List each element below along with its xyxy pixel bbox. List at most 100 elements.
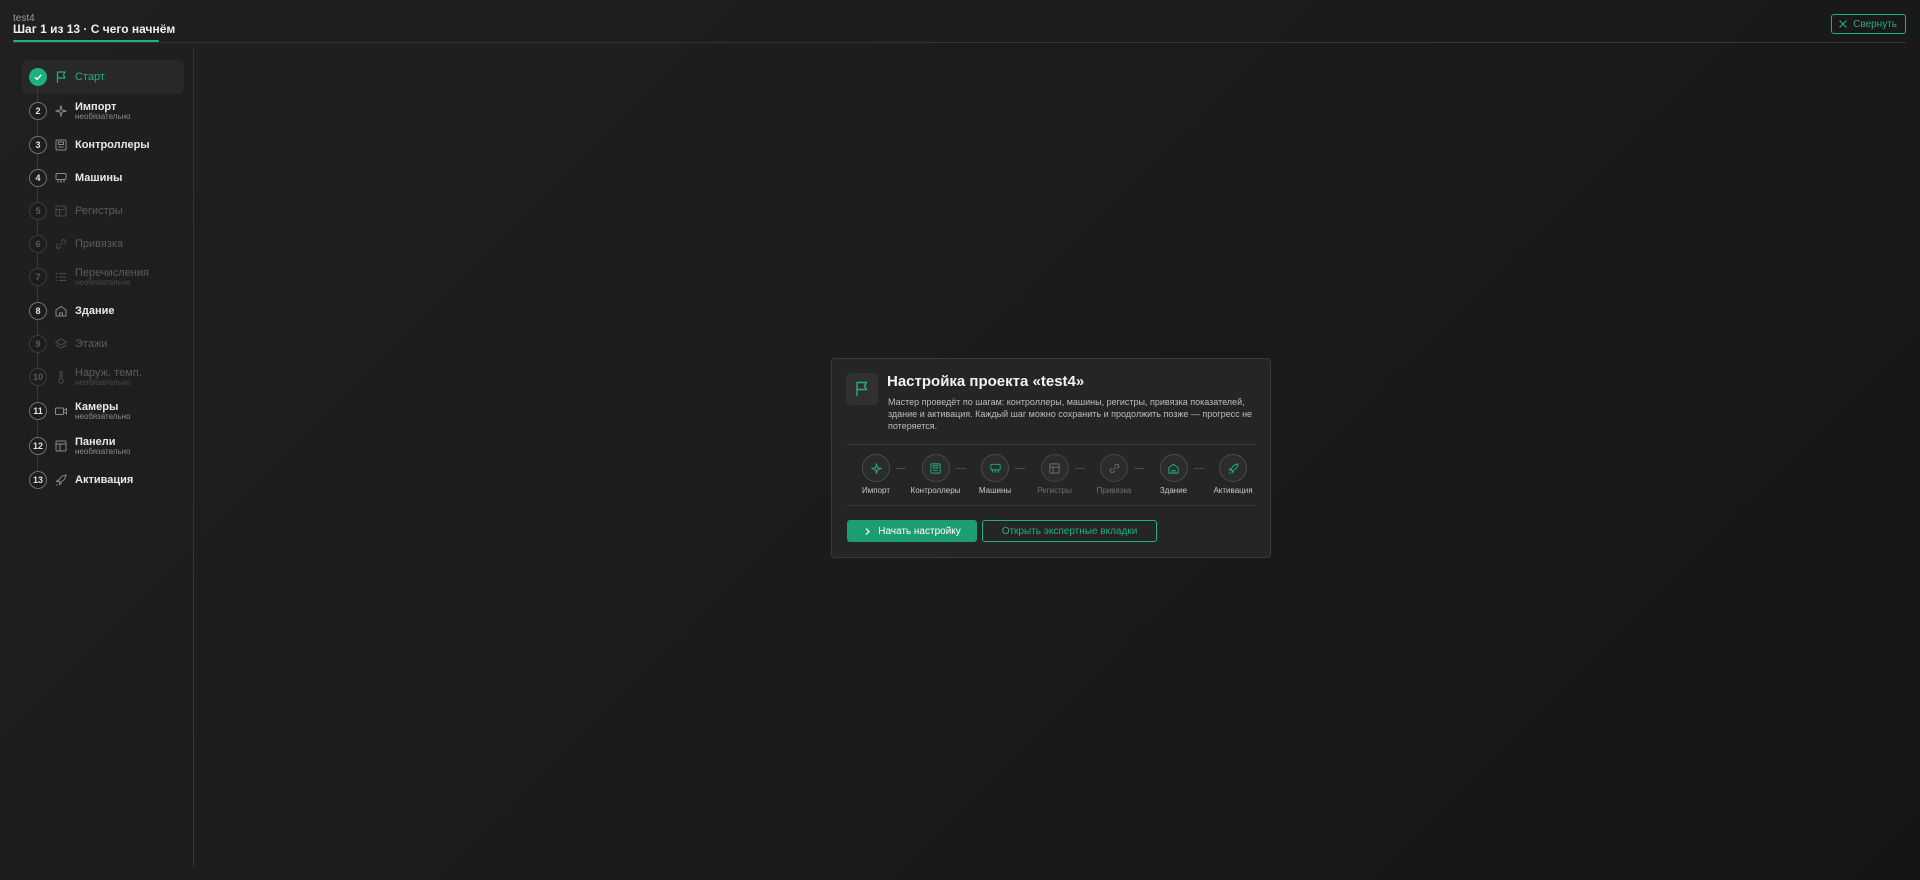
thermometer-icon xyxy=(54,370,68,384)
step-label: Активация xyxy=(75,474,134,486)
checkmark-icon xyxy=(29,68,47,86)
step-label: Контроллеры xyxy=(75,139,150,151)
step-optional-note: необязательно xyxy=(75,112,131,121)
step-number: 7 xyxy=(29,268,47,286)
step-number: 3 xyxy=(29,136,47,154)
overview-step-label: Здание xyxy=(1159,486,1188,495)
step-optional-note: необязательно xyxy=(75,378,131,387)
step-optional-note: необязательно xyxy=(75,412,131,421)
step-text: Импорт необязательно xyxy=(75,101,130,121)
step-number: 6 xyxy=(29,235,47,253)
sidebar-step-7[interactable]: 7 Перечисления необязательно xyxy=(22,262,184,292)
overview-step-2: Контроллеры xyxy=(906,454,966,495)
setup-card: Настройка проекта «test4» Мастер проведё… xyxy=(831,358,1271,558)
overview-step-label: Машины xyxy=(978,486,1012,495)
overview-connector xyxy=(955,468,966,469)
overview-step-label: Контроллеры xyxy=(910,486,961,495)
building-icon xyxy=(1159,454,1188,482)
step-label: Здание xyxy=(75,305,115,317)
step-text: Перечисления необязательно xyxy=(75,267,149,287)
sidebar-step-1[interactable]: Старт xyxy=(22,60,184,94)
step-text: Привязка xyxy=(75,238,123,250)
sidebar-step-9[interactable]: 9 Этажи xyxy=(22,329,184,359)
sidebar-step-11[interactable]: 11 Камеры необязательно xyxy=(22,396,184,426)
collapse-label: Свернуть xyxy=(1853,18,1897,30)
sidebar-divider xyxy=(193,48,194,866)
step-text: Старт xyxy=(75,71,105,83)
step-text: Машины xyxy=(75,172,122,184)
step-optional-note: необязательно xyxy=(75,278,131,287)
step-label: Регистры xyxy=(75,205,123,217)
step-text: Камеры необязательно xyxy=(75,401,130,421)
table-icon xyxy=(1040,454,1069,482)
overview-connector xyxy=(1074,468,1085,469)
sidebar-step-2[interactable]: 2 Импорт необязательно xyxy=(22,96,184,126)
sparkle-icon xyxy=(862,454,890,482)
link-icon xyxy=(1100,454,1128,482)
layers-icon xyxy=(54,337,68,351)
overview-step-6: Здание xyxy=(1144,454,1204,495)
flag-icon xyxy=(54,70,68,84)
chevron-right-icon xyxy=(865,527,871,535)
step-label: Этажи xyxy=(75,338,108,350)
table-icon xyxy=(54,204,68,218)
flag-icon xyxy=(846,373,878,405)
overview-step-7: Активация xyxy=(1203,454,1263,495)
overview-connector xyxy=(1193,468,1204,469)
open-expert-tabs-button[interactable]: Открыть экспертные вкладки xyxy=(982,520,1157,542)
camera-icon xyxy=(54,404,68,418)
sidebar-step-8[interactable]: 8 Здание xyxy=(22,296,184,326)
machine-icon xyxy=(981,454,1009,482)
step-text: Панели необязательно xyxy=(75,436,130,456)
start-setup-label: Начать настройку xyxy=(878,525,961,537)
sidebar-step-5[interactable]: 5 Регистры xyxy=(22,196,184,226)
collapse-button[interactable]: Свернуть xyxy=(1831,14,1906,34)
step-label: Привязка xyxy=(75,238,124,250)
sidebar-step-12[interactable]: 12 Панели необязательно xyxy=(22,431,184,461)
step-number: 4 xyxy=(29,169,47,187)
overview-step-label: Активация xyxy=(1213,486,1253,495)
panel-icon xyxy=(54,439,68,453)
start-setup-button[interactable]: Начать настройку xyxy=(847,520,977,542)
list-icon xyxy=(54,270,68,284)
overview-step-4: Регистры xyxy=(1025,454,1085,495)
overview-step-label: Импорт xyxy=(862,486,890,495)
rocket-icon xyxy=(54,473,68,487)
steps-overview: Импорт Контроллеры Машины Регистры Привязка З… xyxy=(846,454,1256,496)
card-divider xyxy=(846,444,1256,445)
step-optional-note: необязательно xyxy=(75,447,131,456)
sidebar-step-3[interactable]: 3 Контроллеры xyxy=(22,130,184,160)
step-number: 9 xyxy=(29,335,47,353)
overview-connector xyxy=(1015,468,1025,469)
step-text: Наруж. темп. необязательно xyxy=(75,367,142,387)
sparkle-icon xyxy=(54,104,68,118)
step-title: Шаг 1 из 13 · С чего начнём xyxy=(13,22,176,36)
step-number: 11 xyxy=(29,402,47,420)
overview-step-5: Привязка xyxy=(1084,454,1144,495)
card-title: Настройка проекта «test4» xyxy=(887,373,1085,390)
step-number: 5 xyxy=(29,202,47,220)
step-label: Старт xyxy=(75,71,105,83)
step-label: Машины xyxy=(75,172,123,184)
overview-step-3: Машины xyxy=(965,454,1025,495)
sidebar-step-13[interactable]: 13 Активация xyxy=(22,465,184,495)
sidebar-step-10[interactable]: 10 Наруж. темп. необязательно xyxy=(22,362,184,392)
header-divider xyxy=(13,42,1906,43)
close-icon xyxy=(1839,20,1848,28)
controller-icon xyxy=(921,454,950,482)
overview-step-label: Регистры xyxy=(1037,486,1072,495)
link-icon xyxy=(54,237,68,251)
overview-connector xyxy=(896,468,906,469)
step-text: Этажи xyxy=(75,338,107,350)
step-text: Контроллеры xyxy=(75,139,150,151)
sidebar-step-4[interactable]: 4 Машины xyxy=(22,163,184,193)
step-text: Здание xyxy=(75,305,115,317)
header: test4 Шаг 1 из 13 · С чего начнём Сверну… xyxy=(0,0,1920,44)
step-number: 12 xyxy=(29,437,47,455)
rocket-icon xyxy=(1219,454,1247,482)
sidebar-step-6[interactable]: 6 Привязка xyxy=(22,229,184,259)
overview-step-label: Привязка xyxy=(1096,486,1132,495)
machine-icon xyxy=(54,171,68,185)
step-text: Регистры xyxy=(75,205,123,217)
building-icon xyxy=(54,304,68,318)
